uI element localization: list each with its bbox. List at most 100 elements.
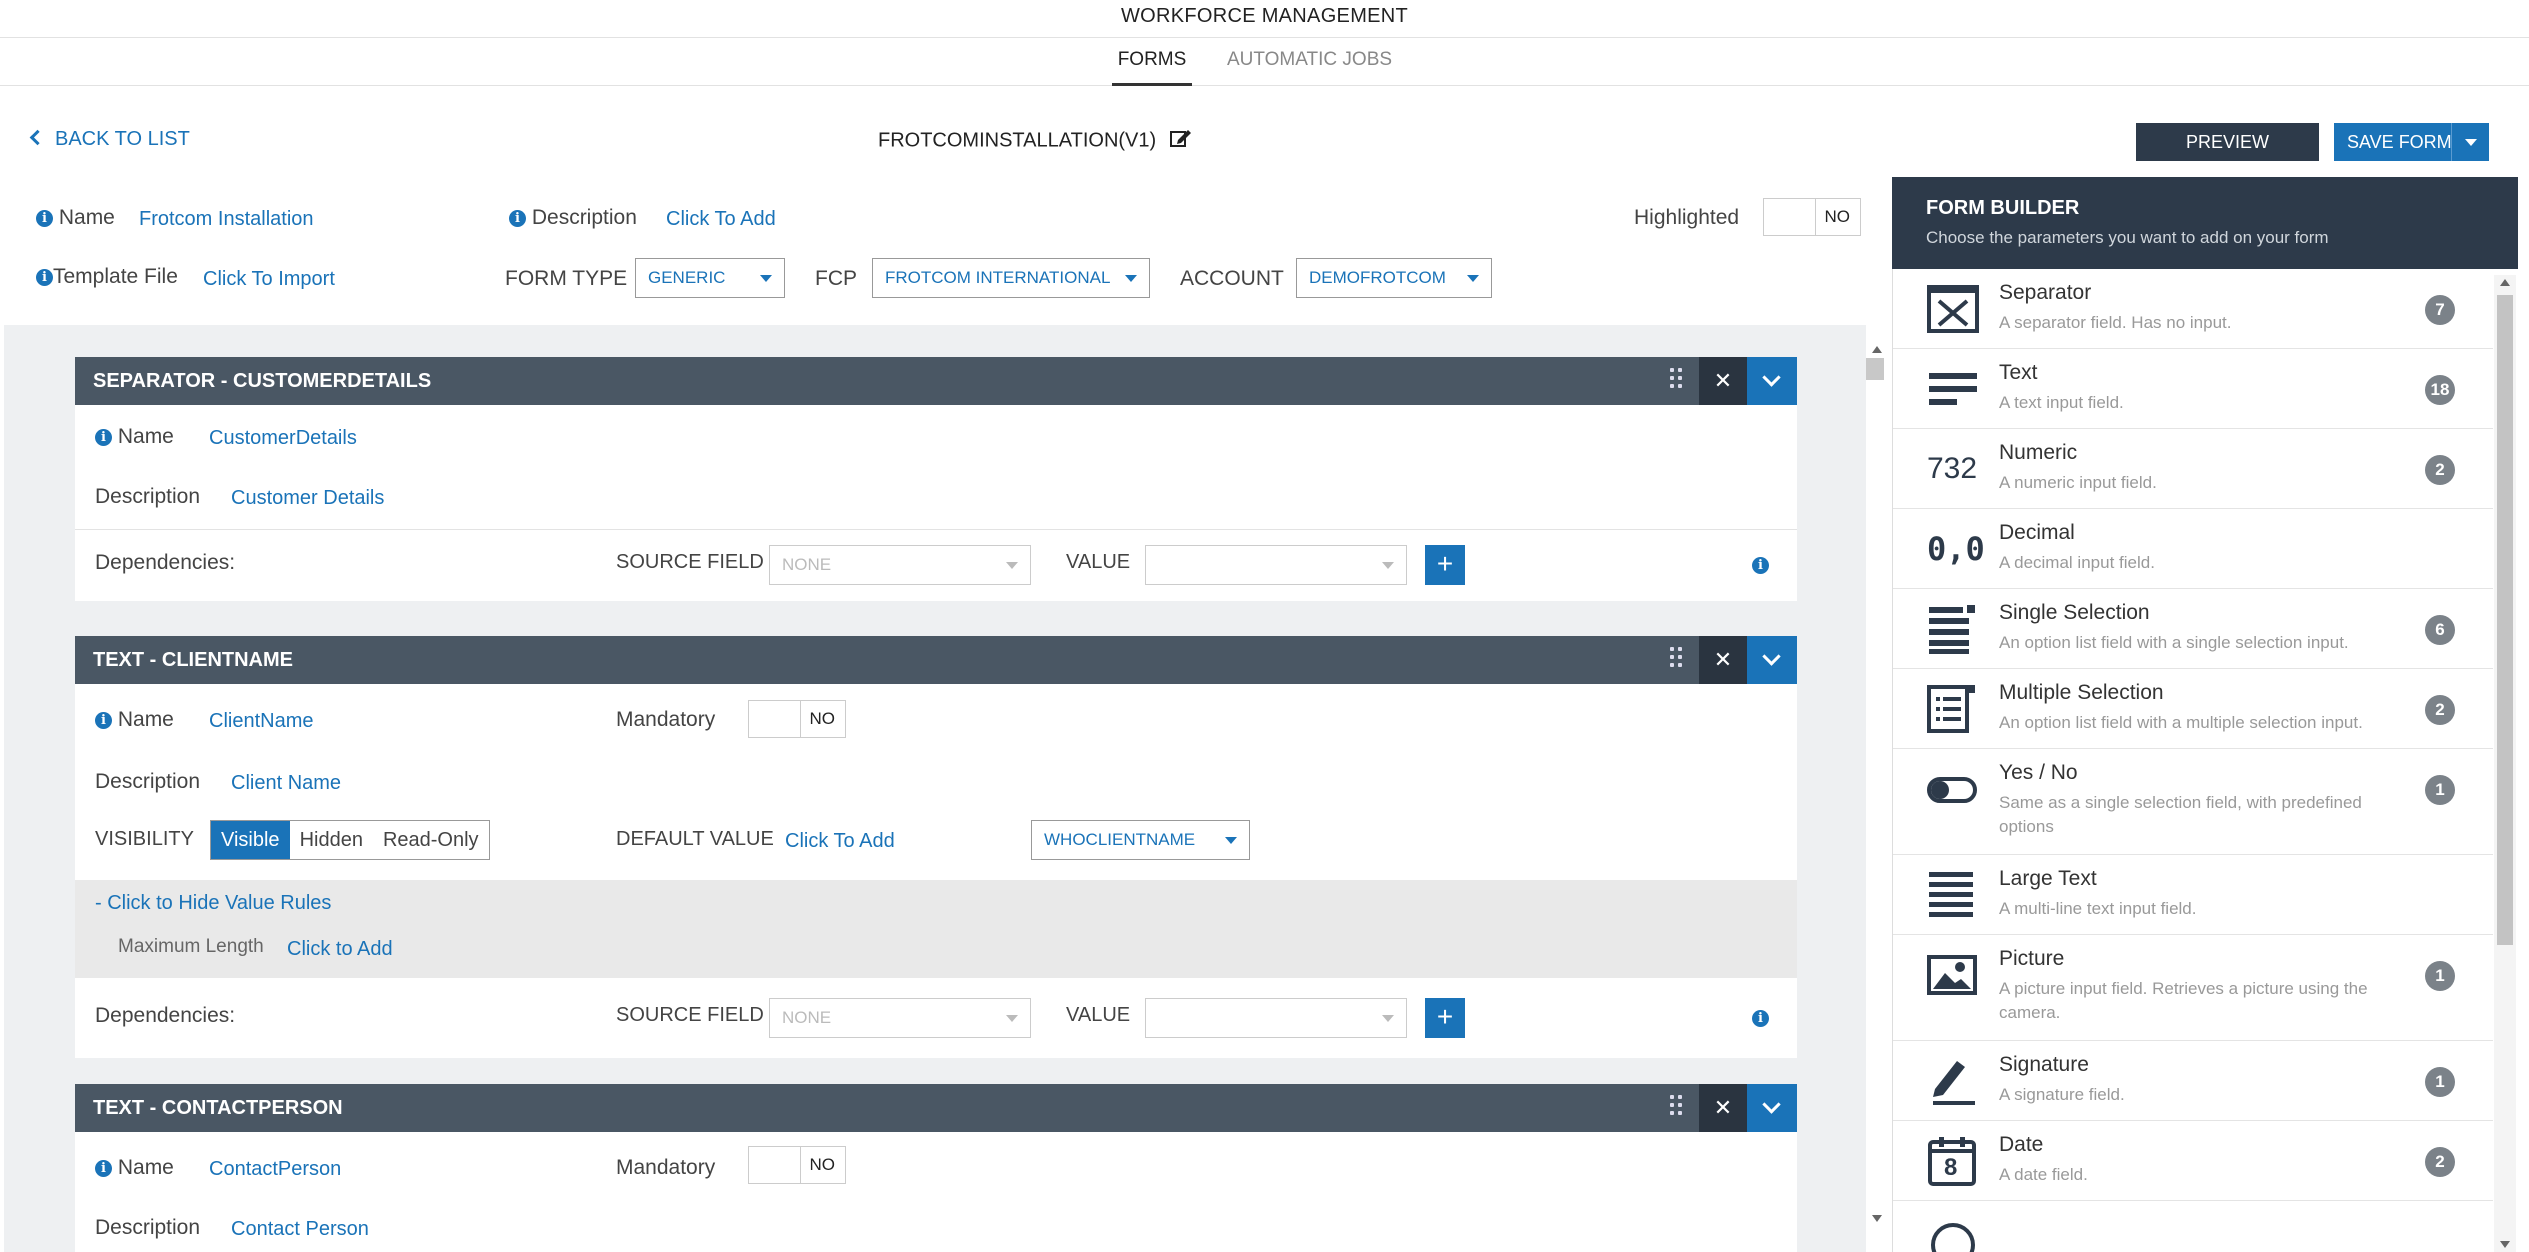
toggle-icon xyxy=(1927,763,1979,815)
field-type-text[interactable]: Text A text input field. 18 xyxy=(1893,349,2493,429)
save-form-dropdown[interactable] xyxy=(2451,123,2489,161)
field-description-value[interactable]: Customer Details xyxy=(231,487,384,510)
field-name-value[interactable]: ClientName xyxy=(209,710,313,733)
section-title: SEPARATOR - CUSTOMERDETAILS xyxy=(93,370,432,392)
field-description-value[interactable]: Client Name xyxy=(231,772,341,795)
field-type-single-selection[interactable]: Single Selection An option list field wi… xyxy=(1893,589,2493,669)
field-type-picture[interactable]: Picture A picture input field. Retrieves… xyxy=(1893,935,2493,1041)
field-name-label: i Name xyxy=(95,425,174,449)
field-type-desc: An option list field with a single selec… xyxy=(1999,633,2349,652)
form-name-value[interactable]: Frotcom Installation xyxy=(139,208,314,231)
field-type-separator[interactable]: Separator A separator field. Has no inpu… xyxy=(1893,269,2493,349)
count-badge: 6 xyxy=(2425,615,2455,645)
source-field-select[interactable]: NONE xyxy=(769,998,1031,1038)
add-dependency-button[interactable]: + xyxy=(1425,545,1465,585)
field-name-label-text: Name xyxy=(117,425,174,448)
date-icon: 8 xyxy=(1927,1135,1979,1187)
field-type-desc: A multi-line text input field. xyxy=(1999,899,2197,918)
default-value-select[interactable]: WHOCLIENTNAME xyxy=(1031,820,1250,860)
caret-down-icon xyxy=(760,275,772,282)
visibility-visible-option[interactable]: Visible xyxy=(211,821,290,859)
field-type-large-text[interactable]: Large Text A multi-line text input field… xyxy=(1893,855,2493,935)
field-type-signature[interactable]: Signature A signature field. 1 xyxy=(1893,1041,2493,1121)
chevron-down-icon[interactable] xyxy=(1747,1084,1797,1132)
field-type-numeric[interactable]: 732 Numeric A numeric input field. 2 xyxy=(1893,429,2493,509)
field-description-value[interactable]: Contact Person xyxy=(231,1218,369,1241)
source-field-select[interactable]: NONE xyxy=(769,545,1031,585)
form-builder-title: FORM BUILDER xyxy=(1926,197,2080,219)
default-value-link[interactable]: Click To Add xyxy=(785,830,895,853)
value-select[interactable] xyxy=(1145,998,1407,1038)
mandatory-toggle[interactable]: NO xyxy=(748,1146,846,1184)
form-builder-scrollbar[interactable] xyxy=(2494,275,2516,1252)
mandatory-label: Mandatory xyxy=(616,1156,716,1179)
source-field-label: SOURCE FIELD xyxy=(616,1004,764,1026)
field-type-title: Date xyxy=(1999,1133,2044,1156)
drag-handle-icon[interactable] xyxy=(1670,647,1684,673)
chevron-down-icon[interactable] xyxy=(1747,357,1797,405)
field-type-title: Yes / No xyxy=(1999,761,2078,784)
maximum-length-value[interactable]: Click to Add xyxy=(287,938,393,961)
tab-automatic-jobs[interactable]: AUTOMATIC JOBS xyxy=(1227,48,1392,86)
field-type-multiple-selection[interactable]: Multiple Selection An option list field … xyxy=(1893,669,2493,749)
maximum-length-label: Maximum Length xyxy=(118,936,264,957)
canvas-scrollbar[interactable] xyxy=(1866,346,1884,1222)
dependencies-label: Dependencies: xyxy=(95,1004,236,1027)
visibility-segmented-control[interactable]: Visible Hidden Read-Only xyxy=(210,820,490,860)
section-header-contactperson[interactable]: TEXT - CONTACTPERSON ✕ xyxy=(75,1084,1797,1132)
section-header-clientname[interactable]: TEXT - CLIENTNAME ✕ xyxy=(75,636,1797,684)
fcp-label: FCP xyxy=(815,267,857,290)
field-type-desc: A signature field. xyxy=(1999,1085,2125,1104)
edit-icon[interactable] xyxy=(1169,128,1192,154)
visibility-hidden-option[interactable]: Hidden xyxy=(290,821,373,859)
app-title: WORKFORCE MANAGEMENT xyxy=(1120,5,1409,27)
field-type-decimal[interactable]: 0,0 Decimal A decimal input field. xyxy=(1893,509,2493,589)
form-description-value[interactable]: Click To Add xyxy=(666,208,776,231)
add-dependency-button[interactable]: + xyxy=(1425,998,1465,1038)
back-to-list-link[interactable]: BACK TO LIST xyxy=(29,128,190,151)
field-type-desc: A date field. xyxy=(1999,1165,2088,1184)
tab-forms[interactable]: FORMS xyxy=(1112,48,1192,86)
visibility-readonly-option[interactable]: Read-Only xyxy=(373,821,489,859)
hide-value-rules-link[interactable]: - Click to Hide Value Rules xyxy=(95,892,331,915)
close-icon[interactable]: ✕ xyxy=(1699,1084,1747,1132)
fcp-select[interactable]: FROTCOM INTERNATIONAL xyxy=(872,258,1150,298)
close-icon[interactable]: ✕ xyxy=(1699,636,1747,684)
field-name-value[interactable]: CustomerDetails xyxy=(209,427,357,450)
account-value: DEMOFROTCOM xyxy=(1309,268,1446,287)
field-description-label: Description xyxy=(95,770,201,793)
field-type-date[interactable]: 8 Date A date field. 2 xyxy=(1893,1121,2493,1201)
numeric-icon: 732 xyxy=(1927,452,1978,485)
section-header-customerdetails[interactable]: SEPARATOR - CUSTOMERDETAILS ✕ xyxy=(75,357,1797,405)
fcp-value: FROTCOM INTERNATIONAL xyxy=(885,268,1111,287)
drag-handle-icon[interactable] xyxy=(1670,368,1684,394)
drag-handle-icon[interactable] xyxy=(1670,1095,1684,1121)
caret-down-icon xyxy=(2465,139,2477,146)
info-icon: i xyxy=(36,268,53,286)
field-type-title: Picture xyxy=(1999,947,2065,970)
form-type-value: GENERIC xyxy=(648,268,726,287)
field-name-label: i Name xyxy=(95,708,174,732)
form-builder-header: FORM BUILDER Choose the parameters you w… xyxy=(1892,177,2518,269)
large-text-icon xyxy=(1927,869,1979,921)
field-type-yes-no[interactable]: Yes / No Same as a single selection fiel… xyxy=(1893,749,2493,855)
highlighted-toggle[interactable]: NO xyxy=(1763,198,1861,236)
mandatory-toggle[interactable]: NO xyxy=(748,700,846,738)
section-title: TEXT - CONTACTPERSON xyxy=(93,1097,343,1119)
chevron-down-icon[interactable] xyxy=(1747,636,1797,684)
form-name-label-text: Name xyxy=(58,206,115,229)
info-icon[interactable]: i xyxy=(1752,1010,1769,1027)
form-type-select[interactable]: GENERIC xyxy=(635,258,785,298)
field-name-value[interactable]: ContactPerson xyxy=(209,1158,341,1181)
field-description-label: Description xyxy=(95,1216,201,1239)
account-select[interactable]: DEMOFROTCOM xyxy=(1296,258,1492,298)
preview-button[interactable]: PREVIEW xyxy=(2136,123,2319,161)
field-type-partial[interactable] xyxy=(1893,1201,2493,1252)
value-select[interactable] xyxy=(1145,545,1407,585)
section-title: TEXT - CLIENTNAME xyxy=(93,649,293,671)
info-icon[interactable]: i xyxy=(1752,557,1769,574)
template-file-value[interactable]: Click To Import xyxy=(203,268,335,291)
close-icon[interactable]: ✕ xyxy=(1699,357,1747,405)
info-icon: i xyxy=(95,428,112,446)
source-field-value: NONE xyxy=(782,555,832,574)
